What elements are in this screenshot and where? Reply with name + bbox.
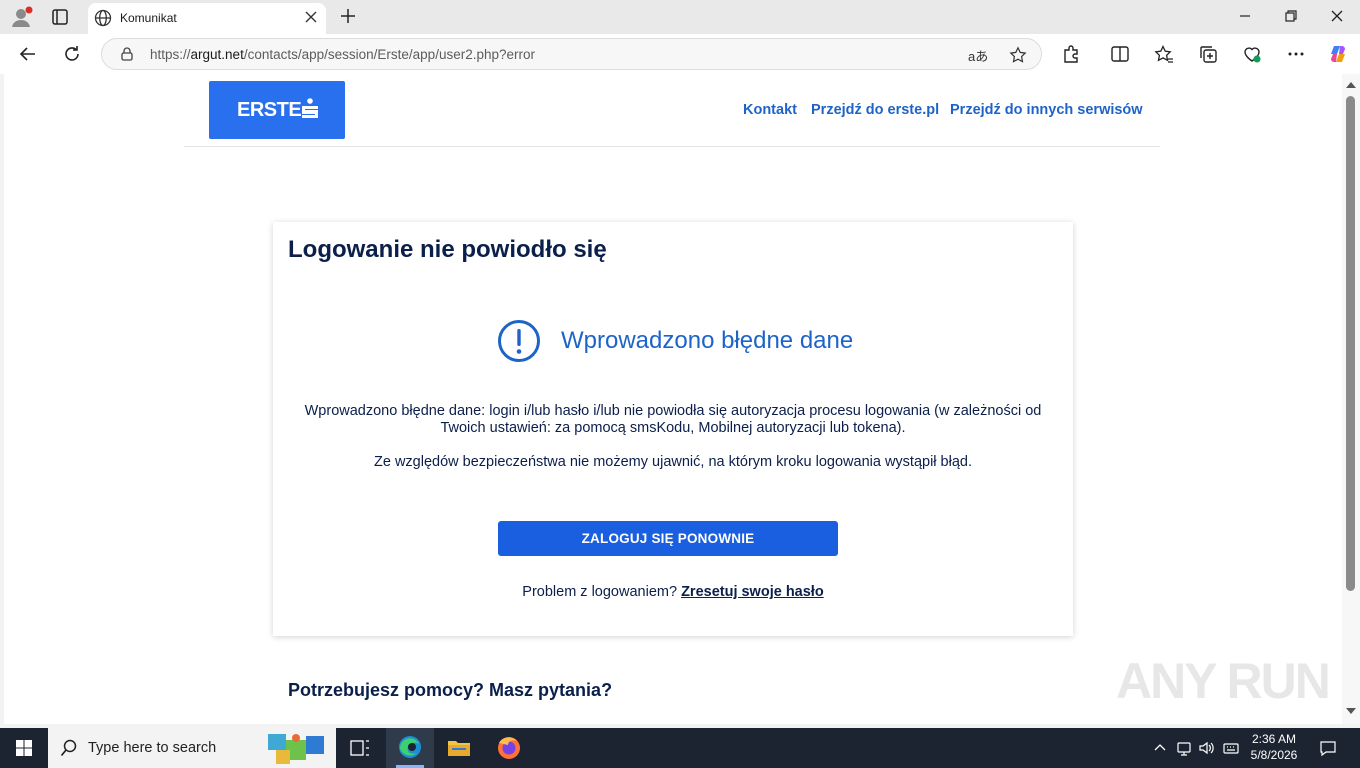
volume-icon[interactable] (1198, 739, 1216, 757)
close-icon[interactable] (304, 10, 318, 24)
sparkasse-icon (302, 98, 318, 118)
firefox-icon[interactable] (485, 728, 533, 768)
erste-logo[interactable]: ERSTE (209, 81, 345, 139)
read-aloud-icon[interactable]: aあ (968, 46, 988, 65)
url-scheme: https:// (150, 47, 191, 62)
input-method-icon[interactable] (1222, 739, 1240, 757)
collections-icon[interactable] (1198, 44, 1218, 64)
windows-taskbar: Type here to search 2:36 AM 5/8/2026 (0, 728, 1360, 768)
windows-start-icon[interactable] (0, 728, 48, 768)
help-heading: Potrzebujesz pomocy? Masz pytania? (288, 680, 613, 700)
split-screen-icon[interactable] (1110, 44, 1130, 64)
favorites-icon[interactable] (1154, 44, 1174, 64)
page-title: Logowanie nie powiodło się (288, 236, 607, 263)
url-host: argut.net (190, 47, 244, 62)
login-problem-text: Problem z logowaniem? Zresetuj swoje has… (283, 584, 1063, 600)
extensions-icon[interactable] (1061, 44, 1081, 64)
clock-date: 5/8/2026 (1250, 748, 1298, 762)
edge-taskbar-icon[interactable] (386, 728, 434, 768)
reset-password-link[interactable]: Zresetuj swoje hasło (681, 584, 824, 600)
tab-title: Komunikat (120, 11, 177, 25)
profile-icon[interactable] (10, 6, 34, 28)
login-again-button[interactable]: ZALOGUJ SIĘ PONOWNIE (498, 521, 838, 556)
anyrun-watermark: ANY RUN (1116, 653, 1331, 709)
network-icon[interactable] (1175, 739, 1193, 757)
favorite-star-icon[interactable] (1009, 46, 1027, 64)
search-highlight-icon (266, 730, 328, 766)
globe-icon (94, 9, 112, 27)
scroll-up-icon[interactable] (1346, 82, 1356, 88)
search-icon (60, 739, 78, 757)
refresh-icon[interactable] (62, 44, 82, 64)
file-explorer-icon[interactable] (435, 728, 483, 768)
nav-link-other-services[interactable]: Przejdź do innych serwisów (950, 102, 1143, 118)
tray-chevron-icon[interactable] (1151, 739, 1169, 757)
taskbar-clock[interactable]: 2:36 AM 5/8/2026 (1242, 731, 1306, 763)
window-close-icon[interactable] (1329, 8, 1345, 24)
restore-icon[interactable] (1283, 8, 1299, 24)
tab-komunikat[interactable]: Komunikat (88, 3, 326, 34)
page-viewport: ERSTE Kontakt Przejdź do erste.pl Przejd… (4, 74, 1342, 724)
minimize-icon[interactable] (1237, 8, 1253, 24)
url-text[interactable]: https://argut.net/contacts/app/session/E… (150, 47, 535, 62)
tab-actions-icon[interactable] (50, 7, 70, 27)
notifications-icon[interactable] (1319, 739, 1337, 757)
browser-tab-bar: Komunikat (0, 0, 1360, 34)
clock-time: 2:36 AM (1251, 732, 1297, 746)
new-tab-button[interactable] (340, 8, 356, 24)
error-card: Logowanie nie powiodło się Wprowadzono b… (273, 222, 1073, 636)
header-divider (184, 146, 1160, 147)
browser-toolbar: https://argut.net/contacts/app/session/E… (0, 34, 1360, 74)
task-view-icon[interactable] (336, 728, 384, 768)
logo-text: ERSTE (237, 99, 302, 121)
copilot-icon[interactable] (1328, 44, 1348, 64)
exclamation-circle-icon (497, 319, 541, 363)
scroll-down-icon[interactable] (1346, 708, 1356, 714)
url-path: /contacts/app/session/Erste/app/user2.ph… (243, 47, 535, 62)
back-icon[interactable] (18, 44, 38, 64)
more-menu-icon[interactable] (1286, 44, 1306, 64)
page-scrollbar[interactable] (1342, 74, 1360, 724)
search-placeholder: Type here to search (88, 740, 217, 756)
alert-title: Wprowadzono błędne dane (561, 327, 854, 354)
site-info-icon[interactable] (120, 47, 134, 61)
security-note: Ze względów bezpieczeństwa nie możemy uj… (374, 454, 972, 470)
nav-link-erste[interactable]: Przejdź do erste.pl (811, 102, 939, 118)
problem-label: Problem z logowaniem? (522, 584, 682, 600)
nav-link-contact[interactable]: Kontakt (743, 102, 797, 118)
taskbar-search-box[interactable]: Type here to search (48, 728, 336, 768)
browser-essentials-icon[interactable] (1242, 44, 1262, 64)
error-message: Wprowadzono błędne dane: login i/lub has… (304, 403, 1042, 436)
scrollbar-thumb[interactable] (1346, 96, 1355, 591)
address-bar[interactable]: https://argut.net/contacts/app/session/E… (101, 38, 1042, 70)
